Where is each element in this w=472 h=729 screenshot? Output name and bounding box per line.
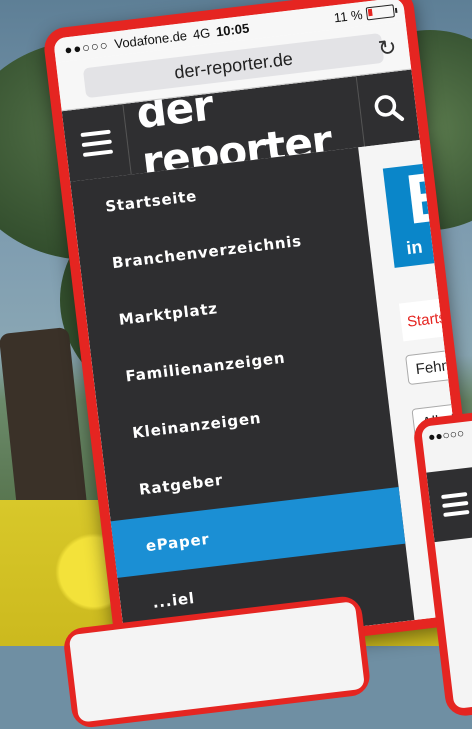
- reload-icon[interactable]: ↻: [377, 34, 398, 62]
- main-phone: ●●○○○ Vodafone.de 4G 10:05 11 % der-repo…: [42, 0, 472, 666]
- search-icon[interactable]: [355, 69, 420, 148]
- signal-indicator: ●●○○○: [63, 36, 110, 57]
- network-type: 4G: [191, 24, 211, 42]
- phone-screen: ●●○○○ Vodafone.de 4G 10:05 11 % der-repo…: [53, 0, 472, 655]
- page-content: E in Startseite Fehmarn Alle Res Startse…: [70, 140, 472, 655]
- battery-icon: [365, 3, 395, 20]
- clock: 10:05: [215, 20, 250, 39]
- banner-sub: in: [405, 236, 424, 259]
- side-navigation: Startseite Branchenverzeichnis Marktplat…: [70, 147, 415, 655]
- secondary-site-header: [426, 448, 472, 543]
- hamburger-icon[interactable]: [426, 466, 472, 543]
- hamburger-icon[interactable]: [61, 103, 132, 183]
- secondary-phone-screen: ●●○○○: [420, 402, 472, 709]
- battery-percent: 11 %: [332, 6, 364, 25]
